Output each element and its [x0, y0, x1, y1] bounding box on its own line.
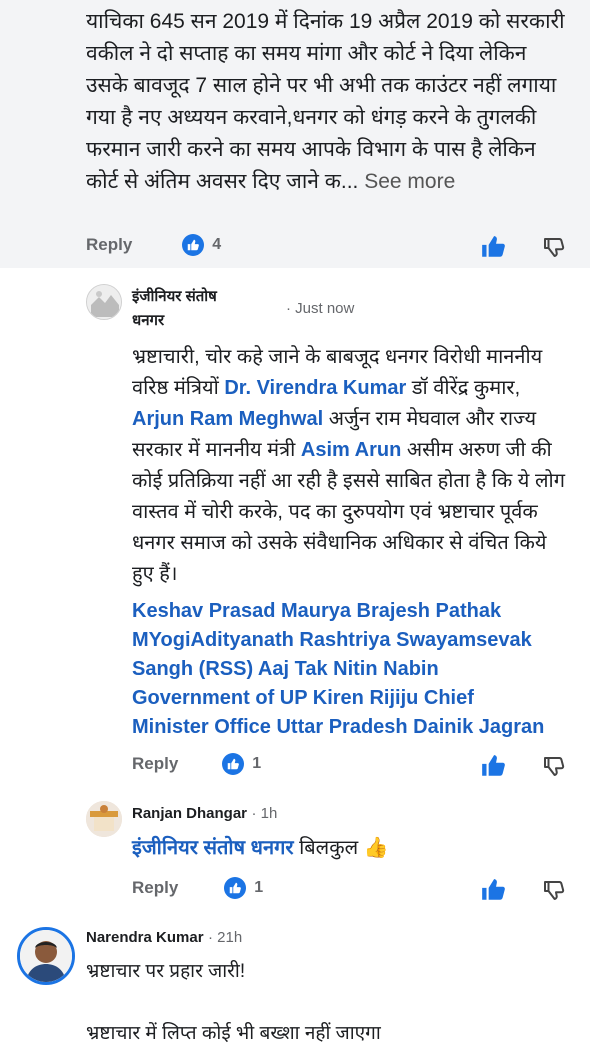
reply-1-body: इंजीनियर संतोष धनगर बिलकुल 👍 [132, 837, 389, 859]
comment-2-time: · Just now [286, 300, 355, 317]
tag-line[interactable]: Sangh (RSS) Aaj Tak Nitin Nabin [132, 655, 572, 684]
comment-1-vote-buttons [480, 234, 566, 265]
avatar-image-icon [86, 801, 122, 837]
avatar[interactable] [17, 927, 75, 985]
mention-link[interactable]: Asim Arun [301, 439, 401, 461]
comment-2-tags: Keshav Prasad Maurya Brajesh Pathak MYog… [132, 597, 572, 742]
tag-line[interactable]: MYogiAdityanath Rashtriya Swayamsevak [132, 626, 572, 655]
reply-1-header: Ranjan Dhangar · 1h [132, 805, 277, 823]
reaction-count: 1 [252, 755, 262, 772]
comment-3-line-1: भ्रष्टाचार पर प्रहार जारी! [86, 961, 246, 982]
reaction-summary[interactable]: 1 [224, 877, 263, 899]
avatar-image-icon [87, 285, 121, 319]
reply-1-author[interactable]: Ranjan Dhangar [132, 805, 247, 822]
dislike-button[interactable] [542, 754, 566, 783]
comment-2-actions: Reply 1 [132, 753, 261, 775]
like-button[interactable] [480, 877, 506, 908]
reaction-count: 4 [212, 236, 222, 253]
comment-2-author[interactable]: इंजीनियर संतोष धनगर [132, 285, 217, 333]
reply-button[interactable]: Reply [132, 754, 178, 774]
tag-line[interactable]: Keshav Prasad Maurya Brajesh Pathak [132, 597, 572, 626]
avatar-image-icon [20, 930, 72, 982]
tag-line[interactable]: Government of UP Kiren Rijiju Chief [132, 684, 572, 713]
comment-2-body: भ्रष्टाचारी, चोर कहे जाने के बाबजूद धनगर… [132, 346, 565, 585]
see-more-link[interactable]: See more [364, 170, 455, 193]
reply-1-actions: Reply 1 [132, 877, 263, 899]
mention-link[interactable]: Dr. Virendra Kumar [224, 377, 406, 399]
dislike-button[interactable] [542, 235, 566, 264]
like-button[interactable] [480, 234, 506, 265]
comment-2-vote-buttons [480, 753, 566, 784]
tag-line[interactable]: Minister Office Uttar Pradesh Dainik Jag… [132, 713, 572, 742]
reply-button[interactable]: Reply [86, 235, 132, 255]
mention-link[interactable]: इंजीनियर संतोष धनगर [132, 837, 294, 859]
avatar[interactable] [86, 284, 122, 320]
comment-3-author[interactable]: Narendra Kumar [86, 929, 204, 946]
mention-link[interactable]: Arjun Ram Meghwal [132, 408, 323, 430]
comment-1: याचिका 645 सन 2019 में दिनांक 19 अप्रैल … [0, 0, 590, 268]
reaction-summary[interactable]: 4 [182, 234, 221, 256]
comment-3-line-2: भ्रष्टाचार में लिप्त कोई भी बख्शा नहीं ज… [86, 1023, 381, 1044]
dislike-button[interactable] [542, 878, 566, 907]
comment-3-time: · 21h [208, 929, 243, 946]
comment-3-header: Narendra Kumar · 21h [86, 929, 242, 947]
thumbs-up-emoji-icon: 👍 [363, 837, 389, 859]
like-reaction-icon [222, 753, 245, 775]
reply-1-vote-buttons [480, 877, 566, 908]
reaction-count: 1 [254, 879, 264, 896]
reply-1-time: · 1h [251, 805, 278, 822]
reply-button[interactable]: Reply [132, 878, 178, 898]
like-button[interactable] [480, 753, 506, 784]
avatar[interactable] [86, 801, 122, 837]
like-reaction-icon [182, 234, 205, 256]
comment-1-text: याचिका 645 सन 2019 में दिनांक 19 अप्रैल … [86, 10, 565, 193]
reaction-summary[interactable]: 1 [222, 753, 261, 775]
comment-1-actions: Reply 4 [86, 234, 221, 256]
like-reaction-icon [224, 877, 247, 899]
